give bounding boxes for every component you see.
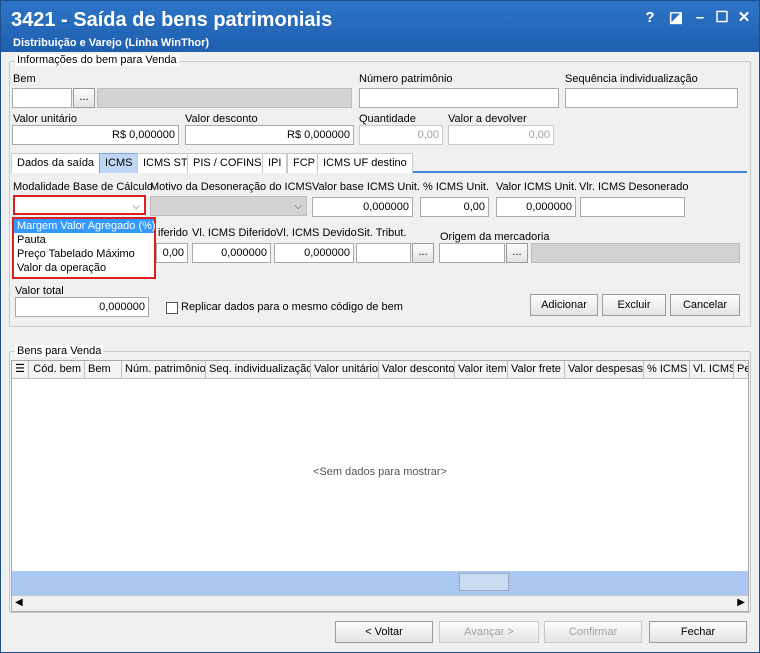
title-bar: 3421 - Saída de bens patrimoniais Distri… [1,1,759,52]
maximize-icon[interactable]: ☐ [713,9,731,27]
col-pct-icms[interactable]: % ICMS [644,361,690,378]
replicar-checkbox[interactable] [166,302,178,314]
bens-grid[interactable]: ☰ Cód. bem Bem Núm. patrimônio Seq. indi… [11,360,749,612]
motivo-desoneracao-select: ⌵ [150,196,307,216]
bem-browse-button[interactable]: ... [73,88,95,108]
valor-icms-label: Valor ICMS Unit. [496,181,578,193]
tab-ipi[interactable]: IPI [262,153,288,173]
fechar-button[interactable]: Fechar [649,621,747,643]
col-valor-unitario[interactable]: Valor unitário [311,361,379,378]
bem-description-field [97,88,352,108]
tab-dados-saida[interactable]: Dados da saída [11,153,101,173]
main-window: 3421 - Saída de bens patrimoniais Distri… [0,0,760,653]
sit-tribut-browse-button[interactable]: ... [412,243,434,263]
col-pe[interactable]: Pe [734,361,748,378]
help-icon[interactable]: ? [641,9,659,27]
valor-total-input[interactable]: 0,000000 [15,297,149,317]
window-subtitle: Distribuição e Varejo (Linha WinThor) [13,37,210,49]
col-vl-icms[interactable]: Vl. ICMS [690,361,734,378]
tab-icms-uf-destino[interactable]: ICMS UF destino [317,153,413,173]
tab-strip: Dados da saída ICMS ICMS ST PIS / COFINS… [11,153,747,173]
valor-icms-input[interactable]: 0,000000 [496,197,576,217]
col-bem[interactable]: Bem [85,361,122,378]
origem-description-field [531,243,740,263]
valor-unitario-label: Valor unitário [13,113,77,125]
col-valor-item[interactable]: Valor item [455,361,508,378]
adicionar-button[interactable]: Adicionar [530,294,598,316]
vlr-desonerado-input[interactable] [580,197,685,217]
confirmar-button[interactable]: Confirmar [544,621,642,643]
col-valor-frete[interactable]: Valor frete [508,361,565,378]
grid-footer [12,571,748,595]
pct-icms-label: % ICMS Unit. [423,181,490,193]
chevron-down-icon: ⌵ [294,201,302,212]
info-group-title: Informações do bem para Venda [15,54,179,66]
numero-patrimonio-input[interactable] [359,88,559,108]
bem-input[interactable] [12,88,72,108]
motivo-desoneracao-label: Motivo da Desoneração do ICMS [150,181,313,193]
excluir-button[interactable]: Excluir [602,294,666,316]
tab-icms[interactable]: ICMS [99,153,139,173]
close-icon[interactable]: ✕ [735,9,753,27]
col-valor-despesas[interactable]: Valor despesas [565,361,644,378]
pct-icms-input[interactable]: 0,00 [420,197,489,217]
valor-total-label: Valor total [15,285,64,297]
vlr-desonerado-label: Vlr. ICMS Desonerado [579,181,689,193]
grid-menu-icon[interactable]: ☰ [12,361,29,378]
window-title: 3421 - Saída de bens patrimoniais [11,9,333,31]
vl-diferido-label: Vl. ICMS Diferido [192,227,277,239]
col-num-patrimonio[interactable]: Núm. patrimônio [122,361,206,378]
modalidade-label: Modalidade Base de Cálculo [13,181,154,193]
cancelar-button[interactable]: Cancelar [670,294,740,316]
modalidade-option[interactable]: Preço Tabelado Máximo [14,247,154,261]
scroll-left-icon[interactable]: ◀ [15,597,23,608]
grid-footer-cell [459,573,509,591]
tab-icms-st[interactable]: ICMS ST [137,153,194,173]
sit-tribut-label: Sit. Tribut. [357,227,407,239]
restore-icon[interactable]: ◪ [667,9,685,27]
valor-base-input[interactable]: 0,000000 [312,197,413,217]
vl-devido-input[interactable]: 0,000000 [274,243,354,263]
sequencia-input[interactable] [565,88,738,108]
tab-pis-cofins[interactable]: PIS / COFINS [187,153,268,173]
chevron-down-icon: ⌵ [132,201,140,212]
sit-tribut-input[interactable] [356,243,411,263]
modalidade-option[interactable]: Valor da operação [14,261,154,275]
origem-input[interactable] [439,243,505,263]
valor-devolver-label: Valor a devolver [448,113,527,125]
empty-grid-message: <Sem dados para mostrar> [313,466,447,478]
minimize-icon[interactable]: – [691,9,709,27]
replicar-label: Replicar dados para o mesmo código de be… [181,301,403,313]
numero-patrimonio-label: Número patrimônio [359,73,453,85]
col-cod-bem[interactable]: Cód. bem [29,361,85,378]
scroll-right-icon[interactable]: ▶ [737,597,745,608]
voltar-button[interactable]: < Voltar [335,621,433,643]
avancar-button[interactable]: Avançar > [439,621,539,643]
horizontal-scrollbar[interactable]: ◀ ▶ [12,595,748,611]
origem-label: Origem da mercadoria [440,231,550,243]
vl-diferido-input[interactable]: 0,000000 [192,243,271,263]
grid-group-title: Bens para Venda [15,345,104,357]
col-valor-desconto[interactable]: Valor desconto [379,361,455,378]
valor-base-label: Valor base ICMS Unit. [312,181,421,193]
quantidade-input: 0,00 [359,125,443,145]
origem-browse-button[interactable]: ... [506,243,528,263]
modalidade-select[interactable]: ⌵ [13,195,146,215]
diferido-label: iferido [158,227,188,239]
valor-devolver-input: 0,00 [448,125,554,145]
quantidade-label: Quantidade [359,113,416,125]
grid-header: ☰ Cód. bem Bem Núm. patrimônio Seq. indi… [12,361,748,379]
vl-devido-label: Vl. ICMS Devido [276,227,357,239]
valor-desconto-input[interactable]: R$ 0,000000 [185,125,354,145]
sequencia-label: Sequência individualização [565,73,698,85]
valor-desconto-label: Valor desconto [185,113,258,125]
valor-unitario-input[interactable]: R$ 0,000000 [12,125,179,145]
modalidade-option[interactable]: Pauta [14,233,154,247]
col-seq-individualizacao[interactable]: Seq. individualização [206,361,311,378]
modalidade-dropdown-list: Margem Valor Agregado (%) Pauta Preço Ta… [12,217,156,279]
tab-fcp[interactable]: FCP [287,153,321,173]
modalidade-option[interactable]: Margem Valor Agregado (%) [14,219,156,233]
bem-label: Bem [13,73,36,85]
diferido-input[interactable]: 0,00 [156,243,188,263]
